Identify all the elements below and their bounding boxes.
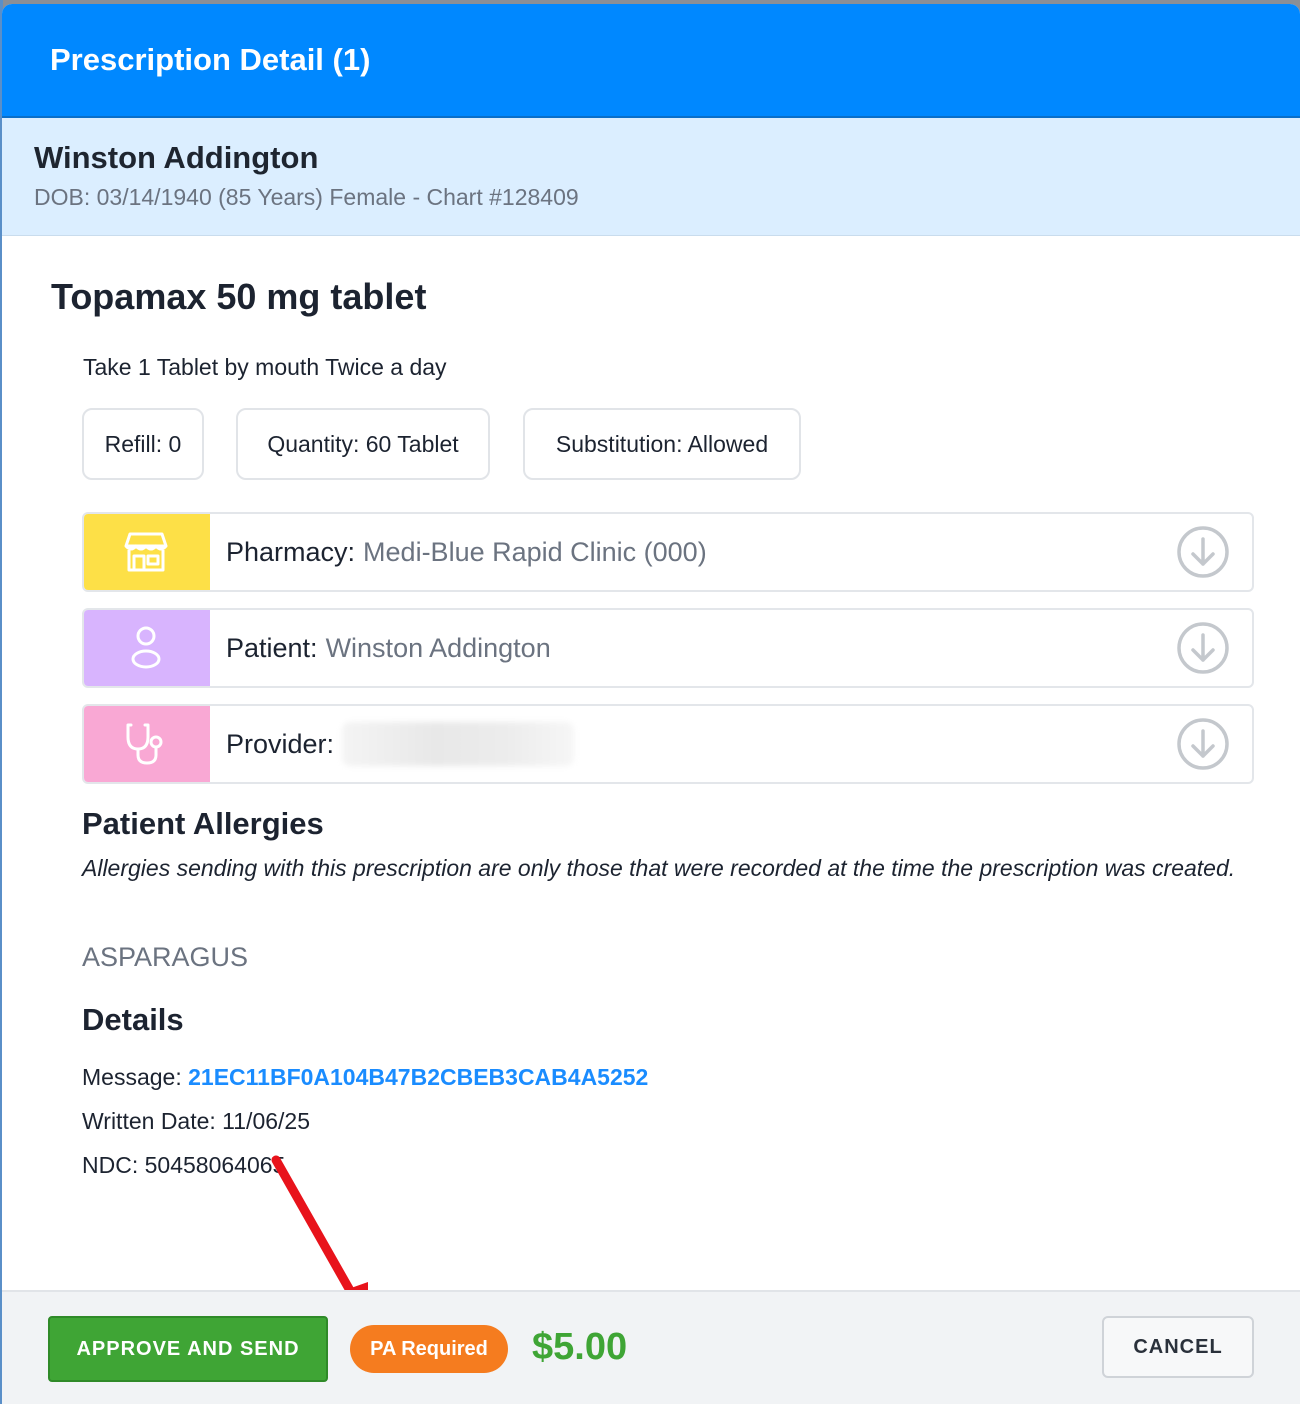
patient-download-icon[interactable] <box>1176 621 1230 675</box>
provider-row[interactable]: Provider: <box>82 704 1254 784</box>
allergies-note: Allergies sending with this prescription… <box>82 855 1236 881</box>
substitution-chip: Substitution: Allowed <box>523 408 801 480</box>
patient-label: Patient: <box>226 632 318 663</box>
modal-header: Prescription Detail (1) <box>2 4 1300 118</box>
pharmacy-label: Pharmacy: <box>226 536 356 567</box>
patient-value: Winston Addington <box>325 632 551 663</box>
stethoscope-icon <box>126 723 163 765</box>
pharmacy-icon-box <box>84 514 210 590</box>
prescription-detail-modal: Prescription Detail (1) Winston Addingto… <box>2 4 1300 1404</box>
modal-footer: APPROVE AND SEND PA Required $5.00 CANCE… <box>2 1290 1300 1404</box>
allergies-heading: Patient Allergies <box>82 806 324 841</box>
modal-title: Prescription Detail (1) <box>50 42 371 77</box>
message-line: Message: 21EC11BF0A104B47B2CBEB3CAB4A525… <box>82 1064 648 1091</box>
pharmacy-download-icon[interactable] <box>1176 525 1230 579</box>
provider-download-icon[interactable] <box>1176 717 1230 771</box>
provider-icon-box <box>84 706 210 782</box>
provider-value-redacted <box>342 722 575 766</box>
drug-title: Topamax 50 mg tablet <box>51 276 427 317</box>
approve-and-send-button[interactable]: APPROVE AND SEND <box>48 1316 328 1382</box>
details-heading: Details <box>82 1002 184 1037</box>
patient-banner: Winston Addington DOB: 03/14/1940 (85 Ye… <box>2 118 1300 236</box>
message-label: Message: <box>82 1064 189 1090</box>
patient-name: Winston Addington <box>34 140 319 175</box>
allergy-item: ASPARAGUS <box>82 942 249 972</box>
refill-chip: Refill: 0 <box>82 408 204 480</box>
store-icon <box>124 532 168 572</box>
price: $5.00 <box>532 1326 628 1368</box>
pharmacy-value: Medi-Blue Rapid Clinic (000) <box>363 536 707 567</box>
patient-row[interactable]: Patient: Winston Addington <box>82 608 1254 688</box>
provider-label: Provider: <box>226 728 335 759</box>
pharmacy-row[interactable]: Pharmacy: Medi-Blue Rapid Clinic (000) <box>82 512 1254 592</box>
patient-icon-box <box>84 610 210 686</box>
cancel-button[interactable]: CANCEL <box>1102 1316 1254 1378</box>
person-icon <box>131 626 161 669</box>
patient-meta: DOB: 03/14/1940 (85 Years) Female - Char… <box>34 184 579 210</box>
message-link[interactable]: 21EC11BF0A104B47B2CBEB3CAB4A5252 <box>188 1064 648 1090</box>
quantity-chip: Quantity: 60 Tablet <box>236 408 490 480</box>
sig-instructions: Take 1 Tablet by mouth Twice a day <box>83 354 447 380</box>
ndc: NDC: 50458064065 <box>82 1152 286 1178</box>
pa-required-badge[interactable]: PA Required <box>350 1325 508 1373</box>
written-date: Written Date: 11/06/25 <box>82 1108 311 1134</box>
